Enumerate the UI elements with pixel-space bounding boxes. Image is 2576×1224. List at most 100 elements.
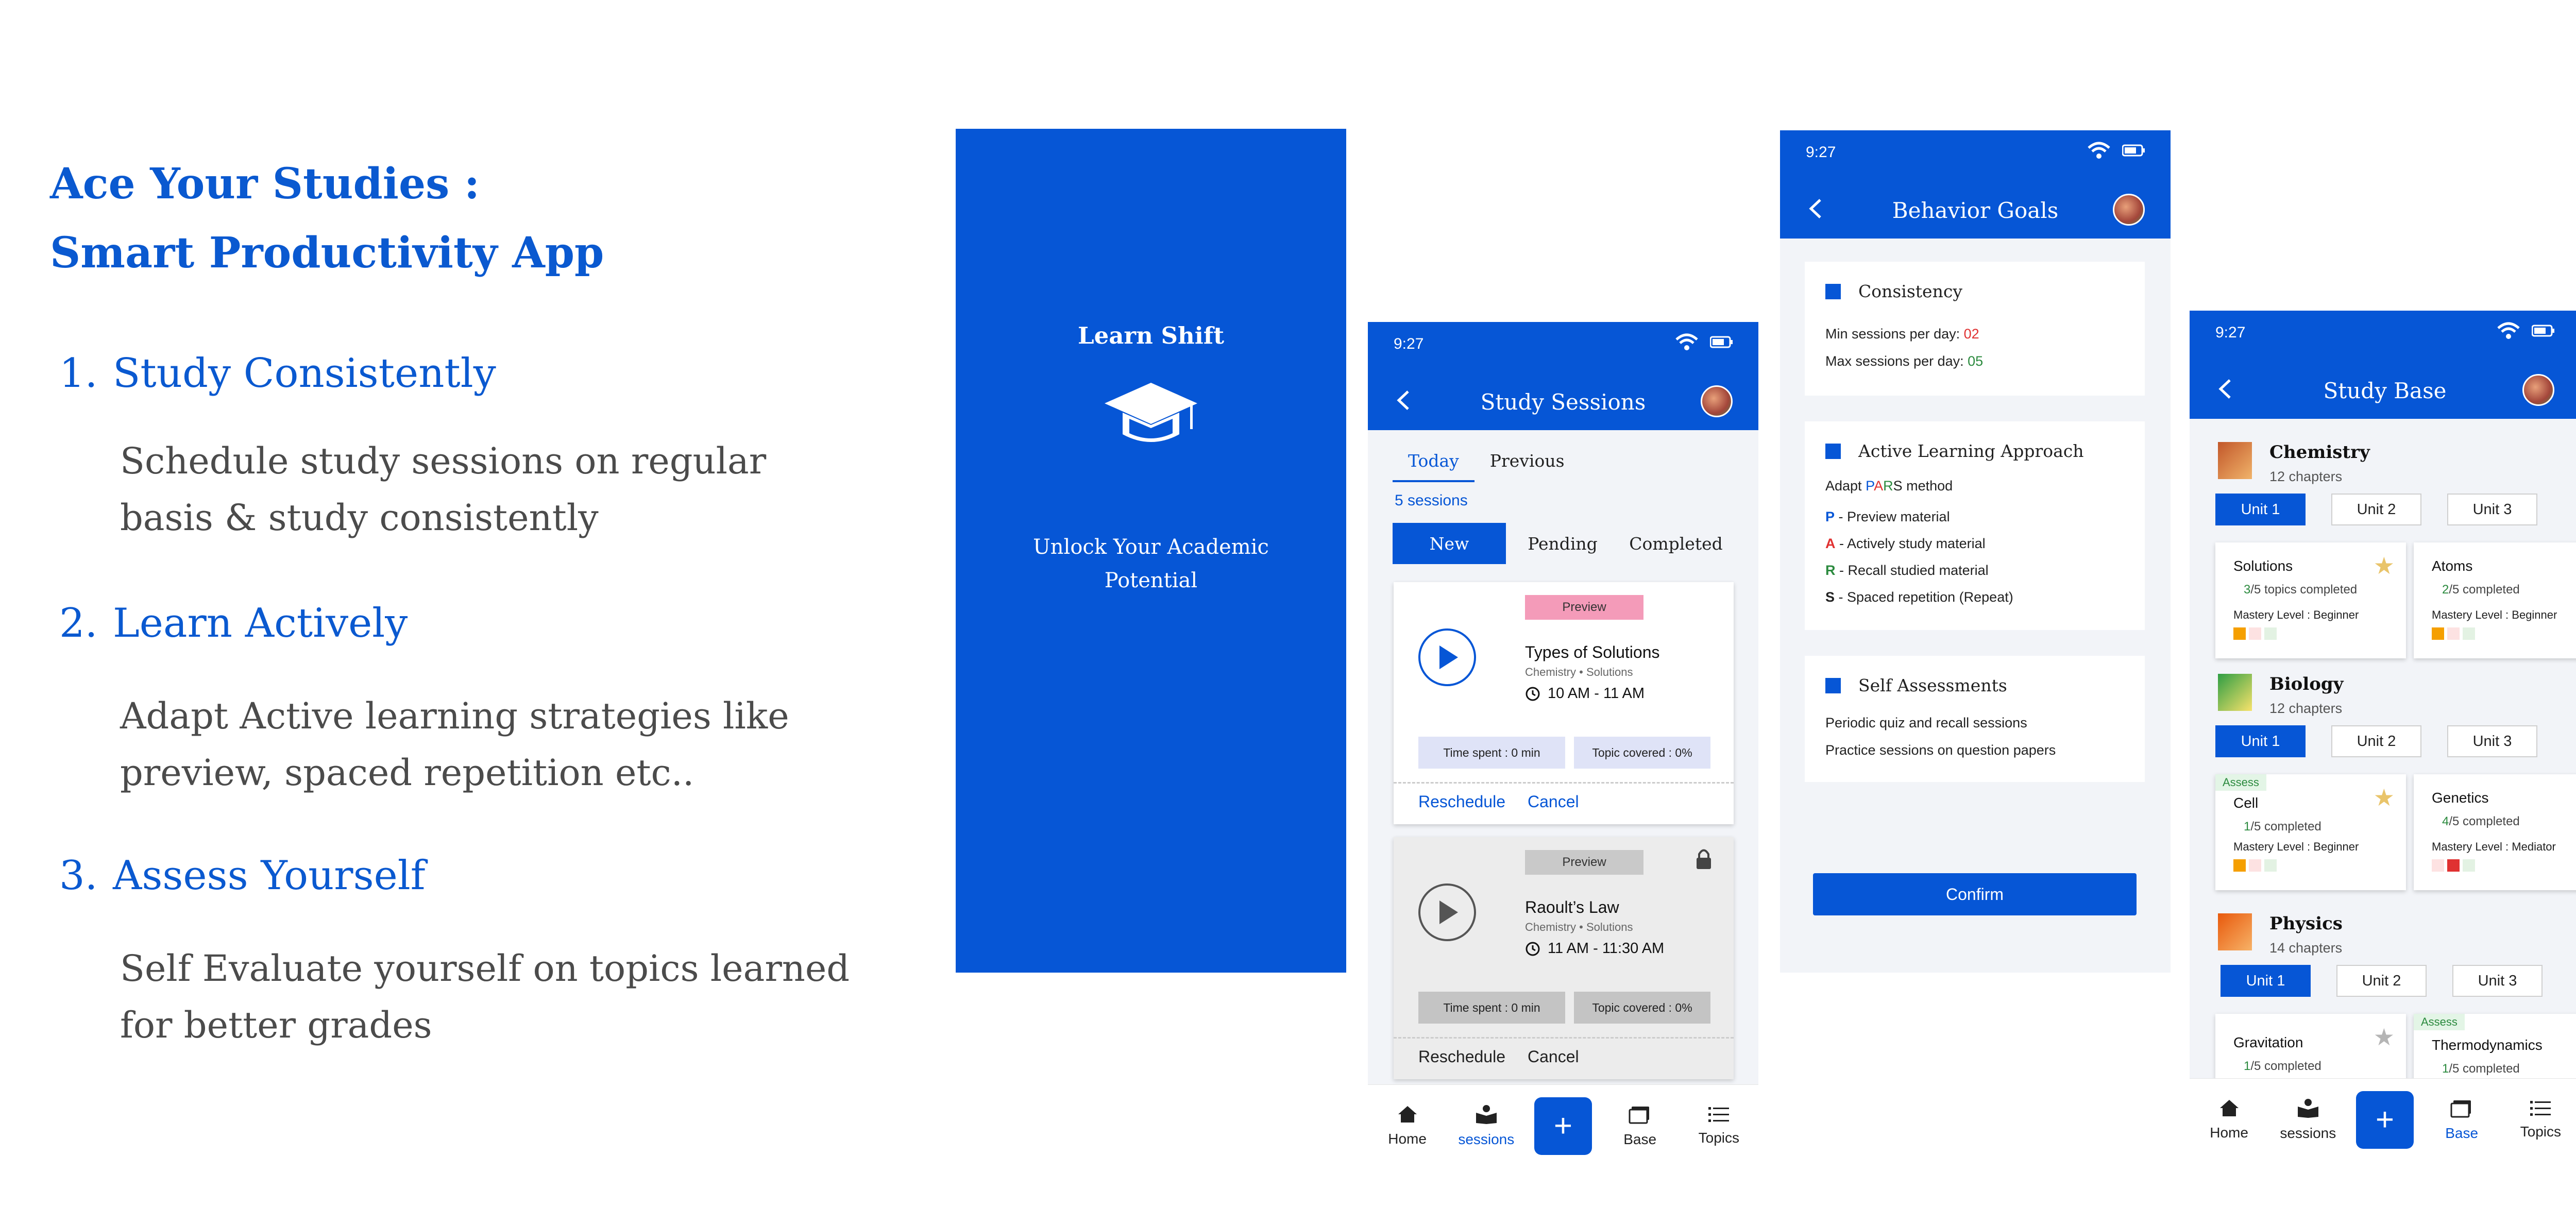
- splash-screen: Learn Shift Unlock Your Academic Potenti…: [956, 129, 1346, 973]
- tab-today[interactable]: Today: [1393, 451, 1475, 482]
- nav-topics[interactable]: Topics: [2510, 1100, 2571, 1140]
- add-button[interactable]: +: [1534, 1097, 1592, 1155]
- session-time-text: 11 AM - 11:30 AM: [1548, 940, 1665, 957]
- nav-home[interactable]: Home: [2198, 1099, 2260, 1141]
- checkbox[interactable]: [1825, 443, 1841, 459]
- unit-tab[interactable]: Unit 2: [2336, 965, 2427, 997]
- nav-sessions[interactable]: sessions: [1455, 1104, 1517, 1148]
- star-icon[interactable]: ★: [2374, 552, 2395, 580]
- play-button[interactable]: [1418, 628, 1476, 686]
- feature-number: 2.: [59, 600, 98, 647]
- study-base-screen: 9:27 Study Base Chemistry 12 chapters Uni…: [2190, 311, 2576, 1153]
- app-bar: Study Sessions: [1368, 371, 1758, 430]
- status-bar: 9:27: [1780, 130, 2171, 179]
- progress-done: 1: [2244, 1059, 2251, 1073]
- subject-physics[interactable]: Physics 14 chapters: [2218, 913, 2343, 956]
- pars-letter: S: [1825, 589, 1835, 605]
- goal-title: Active Learning Approach: [1858, 441, 2084, 461]
- filter-pending[interactable]: Pending: [1506, 523, 1619, 564]
- feature-3-heading: 3. Assess Yourself: [59, 853, 426, 899]
- nav-label: Topics: [1698, 1129, 1740, 1146]
- session-filter: New Pending Completed: [1393, 523, 1733, 564]
- feature-title: Assess Yourself: [113, 853, 426, 899]
- books-stack-icon: [2450, 1100, 2471, 1117]
- min-value[interactable]: 02: [1964, 326, 1979, 342]
- play-button[interactable]: [1418, 883, 1476, 941]
- unit-tab[interactable]: Unit 2: [2331, 725, 2421, 757]
- checkbox[interactable]: [1825, 677, 1841, 693]
- subject-name: Biology: [2269, 674, 2344, 694]
- assess-badge[interactable]: Assess: [2414, 1014, 2465, 1030]
- filter-completed[interactable]: Completed: [1619, 523, 1733, 564]
- progress-total: /5: [2250, 583, 2261, 597]
- unit-tab[interactable]: Unit 1: [2221, 965, 2311, 997]
- subject-biology[interactable]: Biology 12 chapters: [2218, 674, 2343, 717]
- list-icon: [2530, 1100, 2551, 1116]
- confirm-button[interactable]: Confirm: [1813, 873, 2137, 915]
- topic-card[interactable]: Assess Cell ★ 1/5 completed Mastery Leve…: [2215, 774, 2406, 890]
- nav-label: Base: [1623, 1131, 1657, 1147]
- session-title: Types of Solutions: [1525, 643, 1660, 661]
- assess-badge[interactable]: Assess: [2215, 774, 2266, 791]
- nav-topics[interactable]: Topics: [1688, 1106, 1750, 1146]
- feature-title: Learn Actively: [113, 600, 408, 647]
- session-card[interactable]: Preview Raoult’s Law Chemistry • Solutio…: [1394, 837, 1734, 1079]
- subject-info: Biology 12 chapters: [2269, 674, 2343, 717]
- battery-icon: [2122, 144, 2145, 157]
- unit-tab[interactable]: Unit 1: [2215, 725, 2306, 757]
- subject-thumbnail: [2218, 442, 2252, 479]
- nav-sessions[interactable]: sessions: [2277, 1098, 2339, 1142]
- subject-name: Chemistry: [2269, 442, 2370, 463]
- self-line: Periodic quiz and recall sessions: [1825, 715, 2027, 730]
- sessions-count: 5 sessions: [1395, 492, 1468, 509]
- feature-2-description: Adapt Active learning strategies like pr…: [120, 688, 872, 801]
- checkbox[interactable]: [1825, 283, 1841, 299]
- consistency-card: Consistency Min sessions per day: 02 Max…: [1805, 262, 2145, 396]
- subject-chemistry[interactable]: Chemistry 12 chapters: [2218, 442, 2370, 485]
- unit-tab[interactable]: Unit 3: [2447, 494, 2537, 525]
- nav-home[interactable]: Home: [1377, 1105, 1438, 1147]
- star-icon[interactable]: ★: [2374, 784, 2395, 811]
- filter-new[interactable]: New: [1393, 523, 1506, 564]
- avatar[interactable]: [1701, 385, 1733, 417]
- battery-icon: [2532, 325, 2554, 337]
- pars-method: Adapt PARS method: [1825, 478, 1953, 494]
- mastery-level: Mastery Level : Beginner: [2432, 608, 2557, 621]
- progress-text: topics completed: [2264, 583, 2358, 597]
- reschedule-button[interactable]: Reschedule: [1418, 1047, 1505, 1066]
- star-icon[interactable]: ★: [2374, 1023, 2395, 1051]
- topic-card[interactable]: Solutions ★ 3/5 topics completed Mastery…: [2215, 542, 2406, 658]
- max-value[interactable]: 05: [1968, 353, 1983, 369]
- preview-chip: Preview: [1525, 595, 1643, 620]
- subject-chapters: 12 chapters: [2269, 469, 2343, 484]
- nav-base[interactable]: Base: [1609, 1104, 1671, 1148]
- goal-header: Consistency: [1825, 281, 1962, 301]
- reschedule-button[interactable]: Reschedule: [1418, 792, 1505, 811]
- unit-tab[interactable]: Unit 2: [2331, 494, 2421, 525]
- tab-previous[interactable]: Previous: [1475, 451, 1580, 482]
- feature-text-line: Self Evaluate yourself on topics learned: [120, 947, 850, 990]
- pars-letter: P: [1866, 478, 1874, 494]
- nav-base[interactable]: Base: [2431, 1098, 2493, 1142]
- status-icons: [2087, 142, 2145, 159]
- topic-progress: 1/5 completed: [2442, 1062, 2520, 1076]
- topic-name: Solutions: [2233, 558, 2293, 574]
- status-icons: [1675, 333, 1733, 351]
- unit-tab[interactable]: Unit 1: [2215, 494, 2306, 525]
- progress-text: completed: [2463, 1062, 2520, 1076]
- status-bar: 9:27: [2190, 311, 2576, 360]
- cancel-button[interactable]: Cancel: [1528, 1047, 1579, 1066]
- unit-tab[interactable]: Unit 3: [2447, 725, 2537, 757]
- session-card[interactable]: Preview Types of Solutions Chemistry • S…: [1394, 582, 1734, 824]
- add-button[interactable]: +: [2355, 1091, 2414, 1149]
- topic-card[interactable]: Atoms ★ 2/5 completed Mastery Level : Be…: [2414, 542, 2576, 658]
- avatar[interactable]: [2522, 374, 2554, 406]
- topic-covered: Topic covered : 0%: [1574, 992, 1710, 1024]
- cancel-button[interactable]: Cancel: [1528, 792, 1579, 811]
- mastery-dots: [2432, 859, 2475, 872]
- subject-info: Chemistry 12 chapters: [2269, 442, 2370, 485]
- unit-tab[interactable]: Unit 3: [2452, 965, 2543, 997]
- avatar[interactable]: [2113, 194, 2145, 226]
- pars-text: - Recall studied material: [1835, 563, 1989, 578]
- topic-card[interactable]: Genetics ★ 4/5 completed Mastery Level :…: [2414, 774, 2576, 890]
